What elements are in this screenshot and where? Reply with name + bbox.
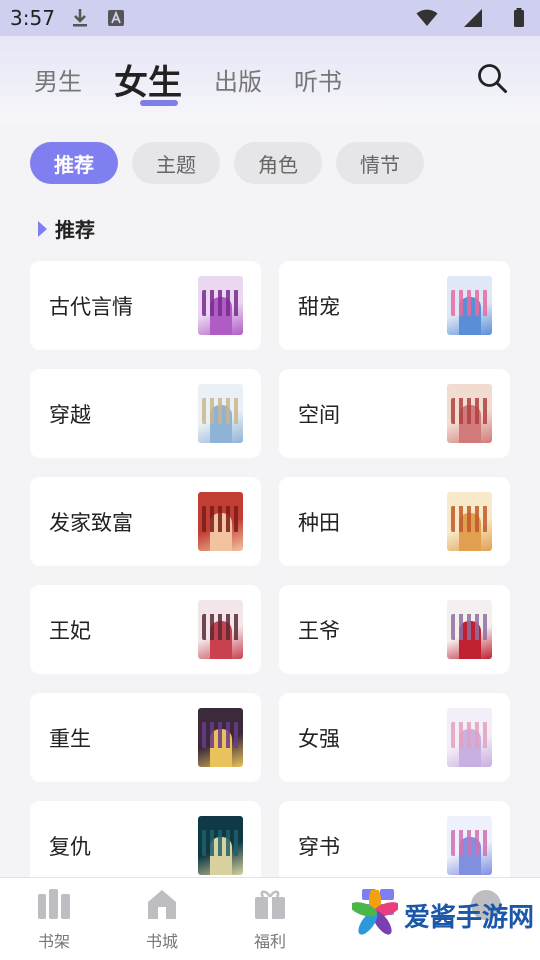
nav-bookshelf-label: 书架 — [37, 932, 70, 951]
category-label: 发家致富 — [49, 510, 133, 535]
book-cover-image — [447, 492, 492, 551]
category-card[interactable]: 重生 — [30, 693, 261, 782]
category-label: 重生 — [49, 726, 91, 751]
category-card[interactable]: 种田 — [279, 477, 510, 566]
cover-title-art — [451, 722, 488, 748]
watermark-text: 爱酱手游网 — [404, 902, 535, 933]
category-card[interactable]: 甜宠 — [279, 261, 510, 350]
triangle-right-icon — [38, 220, 47, 237]
category-card[interactable]: 发家致富 — [30, 477, 261, 566]
cover-title-art — [202, 398, 239, 424]
bookstore-icon — [145, 888, 179, 920]
category-label: 穿书 — [298, 834, 340, 859]
section-title: 推荐 — [55, 218, 95, 242]
cover-title-art — [202, 290, 239, 316]
status-bar: 3:57 — [0, 0, 540, 36]
book-cover-image — [198, 708, 243, 767]
signal-icon — [462, 7, 484, 29]
status-time: 3:57 — [10, 6, 55, 30]
keyboard-a-icon — [105, 7, 127, 29]
book-cover-image — [198, 492, 243, 551]
nav-bookshelf[interactable]: 书架 — [19, 888, 89, 952]
cover-title-art — [202, 506, 239, 532]
category-label: 女强 — [298, 726, 340, 751]
section-header: 推荐 — [38, 214, 95, 243]
category-card[interactable]: 古代言情 — [30, 261, 261, 350]
cover-title-art — [451, 614, 488, 640]
tab-publish[interactable]: 出版 — [214, 62, 262, 97]
book-cover-image — [447, 384, 492, 443]
nav-welfare[interactable]: 福利 — [235, 888, 305, 952]
battery-icon — [508, 7, 530, 29]
cover-title-art — [451, 290, 488, 316]
category-label: 复仇 — [49, 834, 91, 859]
chip-recommend[interactable]: 推荐 — [30, 142, 118, 184]
nav-welfare-label: 福利 — [253, 932, 286, 951]
category-label: 穿越 — [49, 402, 91, 427]
watermark: 爱酱手游网 — [350, 887, 535, 940]
category-card[interactable]: 空间 — [279, 369, 510, 458]
book-cover-image — [198, 276, 243, 335]
book-cover-image — [447, 816, 492, 875]
category-label: 种田 — [298, 510, 340, 535]
category-card[interactable]: 王爷 — [279, 585, 510, 674]
tab-male[interactable]: 男生 — [34, 62, 82, 97]
cover-title-art — [202, 722, 239, 748]
cover-title-art — [451, 398, 488, 424]
book-cover-image — [447, 600, 492, 659]
nav-bookstore[interactable]: 书城 — [127, 888, 197, 952]
cover-title-art — [451, 830, 488, 856]
tab-female[interactable]: 女生 — [114, 55, 182, 106]
cover-title-art — [202, 830, 239, 856]
category-label: 甜宠 — [298, 294, 340, 319]
pinwheel-logo-icon — [350, 887, 400, 940]
category-card[interactable]: 王妃 — [30, 585, 261, 674]
wifi-icon — [416, 7, 438, 29]
cover-title-art — [451, 506, 488, 532]
book-cover-image — [447, 708, 492, 767]
category-label: 王爷 — [298, 618, 340, 643]
filter-chips: 推荐 主题 角色 情节 — [30, 142, 424, 184]
chip-plot[interactable]: 情节 — [336, 142, 424, 184]
category-card[interactable]: 穿越 — [30, 369, 261, 458]
chip-role[interactable]: 角色 — [234, 142, 322, 184]
cover-title-art — [202, 614, 239, 640]
book-cover-image — [198, 384, 243, 443]
book-cover-image — [198, 600, 243, 659]
chip-theme[interactable]: 主题 — [132, 142, 220, 184]
bookshelf-icon — [37, 888, 71, 920]
category-label: 王妃 — [49, 618, 91, 643]
category-label: 空间 — [298, 402, 340, 427]
search-icon[interactable] — [476, 62, 508, 94]
download-icon — [69, 7, 91, 29]
book-cover-image — [447, 276, 492, 335]
gift-icon — [253, 888, 287, 920]
category-card[interactable]: 女强 — [279, 693, 510, 782]
nav-bookstore-label: 书城 — [145, 932, 178, 951]
book-cover-image — [198, 816, 243, 875]
tab-audiobook[interactable]: 听书 — [294, 62, 342, 97]
top-tab-bar: 男生 女生 出版 听书 — [0, 36, 540, 122]
category-label: 古代言情 — [49, 294, 133, 319]
tab-female-label: 女生 — [114, 62, 182, 103]
active-tab-indicator — [140, 99, 178, 106]
